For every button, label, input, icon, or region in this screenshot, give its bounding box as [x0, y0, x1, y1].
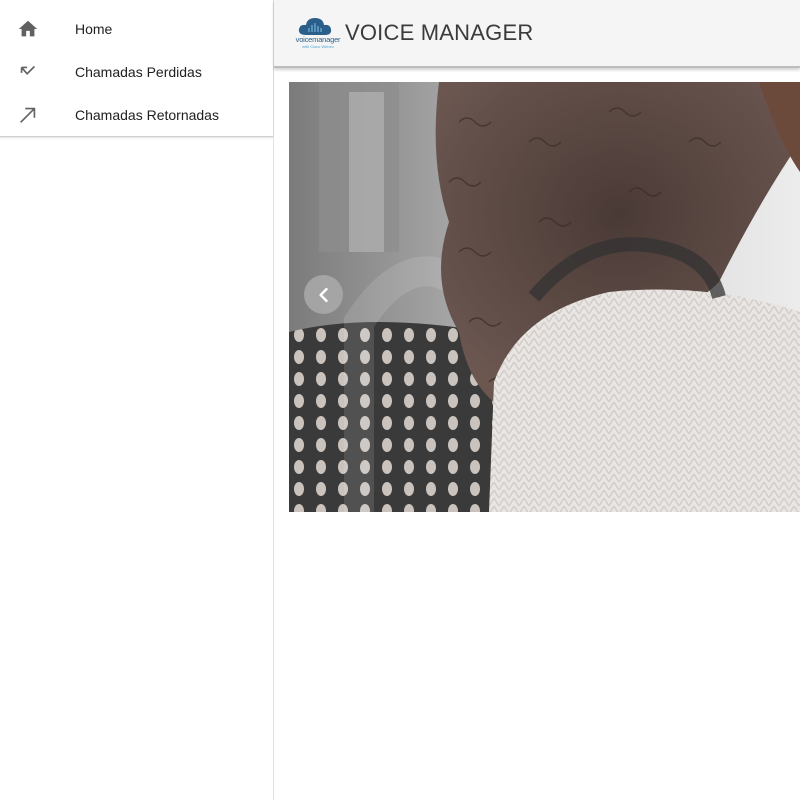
sidebar-item-chamadas-retornadas[interactable]: Chamadas Retornadas [0, 93, 273, 136]
app-header: voicemanager with Cisco Webex VOICE MANA… [274, 0, 800, 68]
sidebar-item-home[interactable]: Home [0, 0, 273, 50]
sidebar-item-label: Chamadas Retornadas [75, 106, 219, 123]
missed-call-icon [0, 61, 75, 83]
sidebar-item-label: Home [75, 20, 113, 37]
home-icon [0, 18, 75, 40]
logo-text: voicemanager [295, 35, 341, 44]
logo-subtext: with Cisco Webex [302, 44, 334, 49]
carousel-image [289, 82, 800, 512]
chevron-left-icon [318, 287, 328, 302]
app-root: Home Chamadas Perdidas Chamadas Retornad… [0, 0, 800, 800]
carousel-prev-button[interactable] [304, 275, 343, 314]
call-made-icon [0, 104, 75, 126]
sidebar-item-chamadas-perdidas[interactable]: Chamadas Perdidas [0, 50, 273, 93]
sidebar: Home Chamadas Perdidas Chamadas Retornad… [0, 0, 274, 800]
sidebar-nav: Home Chamadas Perdidas Chamadas Retornad… [0, 0, 273, 137]
voicemanager-logo: voicemanager with Cisco Webex [292, 15, 344, 51]
page-title: VOICE MANAGER [345, 20, 534, 45]
sidebar-item-label: Chamadas Perdidas [75, 63, 202, 80]
